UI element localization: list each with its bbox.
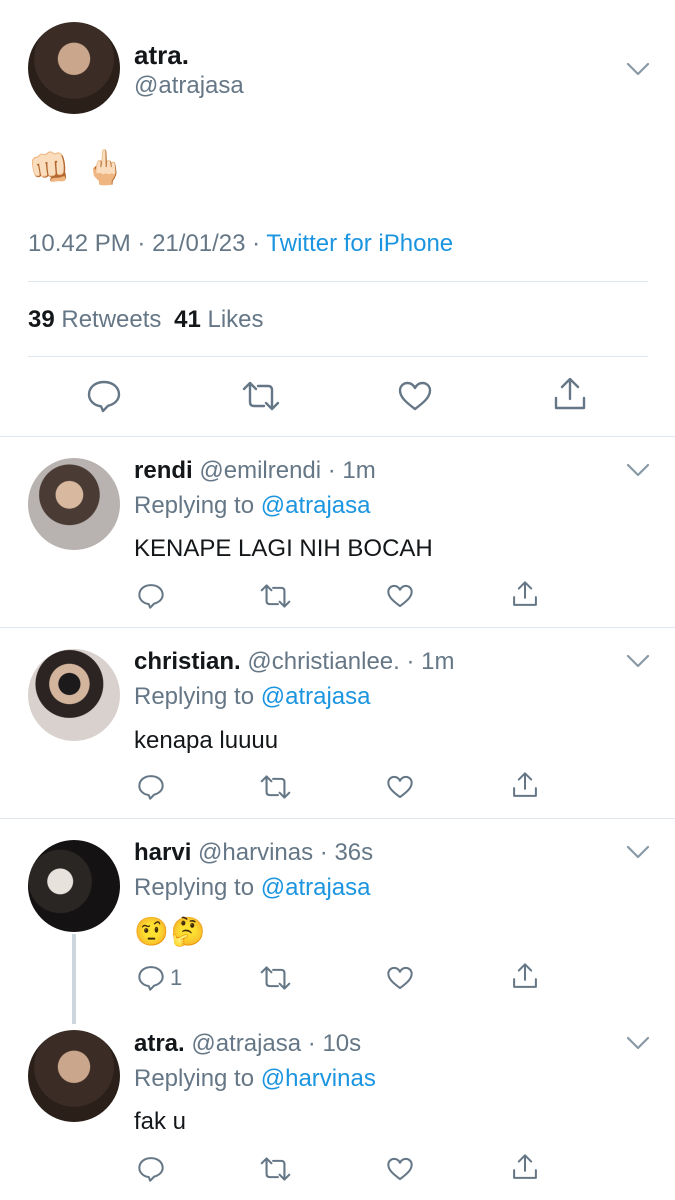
reply-handle[interactable]: @harvinas <box>198 839 313 866</box>
reply-time[interactable]: 1m <box>421 648 454 675</box>
like-label: Likes <box>207 306 264 333</box>
share-icon[interactable] <box>552 376 588 412</box>
reply-header: christian. @christianlee. · 1m <box>134 648 455 675</box>
chevron-down-icon[interactable] <box>626 62 650 76</box>
like-icon[interactable] <box>386 965 414 991</box>
replying-to: Replying to @atrajasa <box>134 683 371 711</box>
reply-header: atra. @atrajasa · 10s <box>134 1030 362 1057</box>
avatar[interactable] <box>28 458 120 550</box>
replying-to-link[interactable]: @harvinas <box>261 1065 376 1092</box>
replying-label: Replying to <box>134 1065 255 1092</box>
retweet-icon[interactable] <box>259 583 292 609</box>
chevron-down-icon[interactable] <box>626 1036 650 1050</box>
reply-text: fak u <box>134 1108 187 1135</box>
chevron-down-icon[interactable] <box>626 654 650 668</box>
replying-label: Replying to <box>134 683 255 710</box>
reply-count: 1 <box>170 965 183 990</box>
like-icon[interactable] <box>386 774 414 800</box>
reply-handle[interactable]: @christianlee. <box>247 648 399 675</box>
tweet-date: 21/01/23 <box>152 230 246 257</box>
divider <box>28 281 648 282</box>
like-icon[interactable] <box>386 1156 414 1182</box>
reply-header: harvi @harvinas · 36s <box>134 839 374 866</box>
retweet-label: Retweets <box>61 306 162 333</box>
author-display-name[interactable]: atra. <box>134 40 189 71</box>
reply-text: 🤨🤔 <box>134 916 208 947</box>
replying-to: Replying to @atrajasa <box>134 492 371 520</box>
reply-time[interactable]: 1m <box>342 457 375 484</box>
replying-to: Replying to @atrajasa <box>134 874 371 902</box>
divider <box>28 356 648 357</box>
reply-icon[interactable] <box>137 1155 165 1183</box>
reply-time[interactable]: 36s <box>334 839 373 866</box>
reply-display-name[interactable]: rendi <box>134 457 193 484</box>
avatar[interactable] <box>28 840 120 932</box>
reply-display-name[interactable]: harvi <box>134 839 191 866</box>
retweet-stat[interactable]: 39 Retweets <box>28 306 168 333</box>
author-handle[interactable]: @atrajasa <box>134 72 244 100</box>
reply-display-name[interactable]: atra. <box>134 1030 185 1057</box>
retweet-icon[interactable] <box>259 774 292 800</box>
replying-label: Replying to <box>134 874 255 901</box>
divider <box>0 818 675 819</box>
chevron-down-icon[interactable] <box>626 463 650 477</box>
share-icon[interactable] <box>511 962 539 990</box>
tweet-time: 10.42 PM <box>28 230 131 257</box>
reply-icon[interactable] <box>86 379 122 413</box>
like-icon[interactable] <box>386 583 414 609</box>
replying-to: Replying to @harvinas <box>134 1065 376 1093</box>
tweet-content: 👊🏻 🖕🏻 <box>28 149 129 187</box>
retweet-icon[interactable] <box>259 965 292 991</box>
thread-line <box>72 934 76 1024</box>
divider <box>0 436 675 437</box>
reply-handle[interactable]: @atrajasa <box>191 1030 301 1057</box>
reply-icon[interactable] <box>137 773 165 801</box>
replying-label: Replying to <box>134 492 255 519</box>
reply-icon[interactable] <box>137 964 165 992</box>
tweet-timestamp: 10.42 PM · 21/01/23 · Twitter for iPhone <box>28 230 454 257</box>
divider <box>0 627 675 628</box>
like-stat[interactable]: 41 Likes <box>174 306 263 333</box>
reply-text: kenapa luuuu <box>134 727 279 754</box>
tweet-stats: 39 Retweets 41 Likes <box>28 306 264 334</box>
avatar[interactable] <box>28 1030 120 1122</box>
reply-header: rendi @emilrendi · 1m <box>134 457 376 484</box>
replying-to-link[interactable]: @atrajasa <box>261 492 371 519</box>
reply-icon[interactable] <box>137 582 165 610</box>
replying-to-link[interactable]: @atrajasa <box>261 874 371 901</box>
retweet-count: 39 <box>28 306 55 333</box>
tweet-client-link[interactable]: Twitter for iPhone <box>266 230 453 257</box>
reply-display-name[interactable]: christian. <box>134 648 241 675</box>
share-icon[interactable] <box>511 1153 539 1181</box>
share-icon[interactable] <box>511 580 539 608</box>
retweet-icon[interactable] <box>259 1156 292 1182</box>
like-count: 41 <box>174 306 201 333</box>
avatar[interactable] <box>28 22 120 114</box>
replying-to-link[interactable]: @atrajasa <box>261 683 371 710</box>
share-icon[interactable] <box>511 771 539 799</box>
reply-time[interactable]: 10s <box>322 1030 361 1057</box>
avatar[interactable] <box>28 649 120 741</box>
like-icon[interactable] <box>397 380 433 412</box>
chevron-down-icon[interactable] <box>626 845 650 859</box>
reply-handle[interactable]: @emilrendi <box>199 457 321 484</box>
retweet-icon[interactable] <box>241 380 281 412</box>
reply-text: KENAPE LAGI NIH BOCAH <box>134 535 433 562</box>
